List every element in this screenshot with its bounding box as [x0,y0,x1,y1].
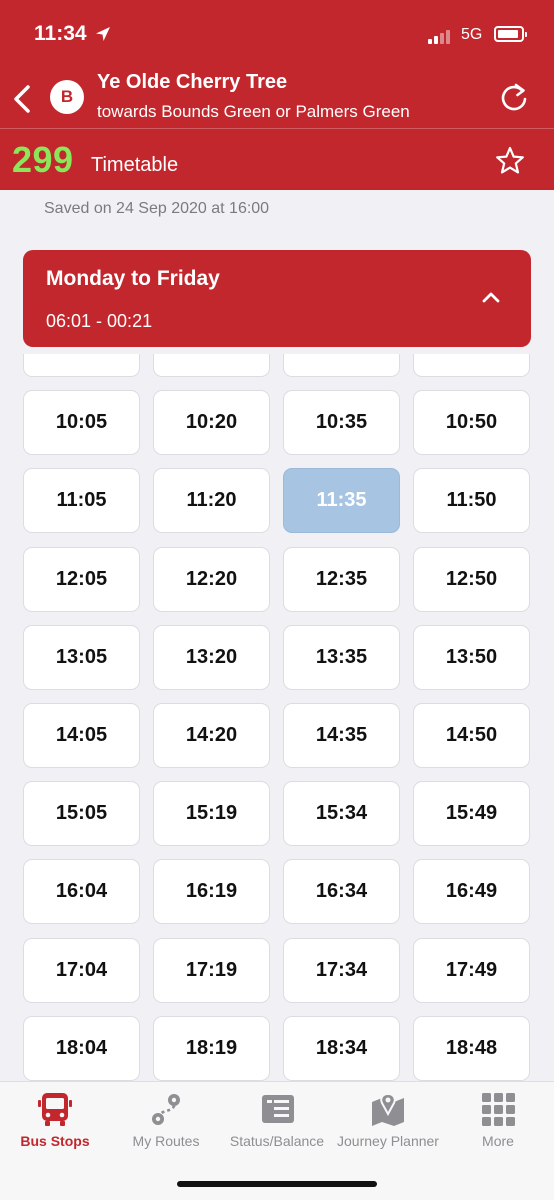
departure-time-cell[interactable]: 14:20 [153,703,270,768]
departure-time-cell[interactable] [413,354,530,377]
route-icon [152,1094,180,1125]
service-hours: 06:01 - 00:21 [46,311,153,331]
day-range-header[interactable]: Monday to Friday 06:01 - 00:21 [23,250,531,347]
stop-name: Ye Olde Cherry Tree [97,71,288,93]
battery-icon [494,26,527,42]
star-icon[interactable] [494,145,526,177]
tab-more[interactable]: More [443,1088,553,1158]
departure-time-cell[interactable]: 15:34 [283,781,400,846]
timetable-scroll[interactable]: 10:05 10:20 10:35 10:50 11:05 11:20 11:35 11:50… [0,354,554,1081]
departure-time-cell[interactable]: 18:48 [413,1016,530,1081]
departure-time-cell[interactable]: 12:35 [283,547,400,612]
location-arrow-icon [96,27,110,41]
departure-time-cell[interactable] [23,354,140,377]
route-number: 299 [12,139,74,180]
departure-time-cell[interactable]: 16:49 [413,859,530,924]
saved-timestamp: Saved on 24 Sep 2020 at 16:00 [44,200,270,217]
departure-time-cell[interactable]: 17:34 [283,938,400,1003]
departure-time-cell[interactable]: 13:05 [23,625,140,690]
departure-time-cell[interactable]: 13:35 [283,625,400,690]
grid-icon [482,1093,515,1126]
header-divider [0,128,554,129]
chevron-up-icon[interactable] [481,290,501,304]
departure-time-cell[interactable]: 18:34 [283,1016,400,1081]
departure-time-cell[interactable]: 15:05 [23,781,140,846]
departure-time-cell[interactable] [283,354,400,377]
departure-time-cell[interactable]: 11:50 [413,468,530,533]
carrier-label: 5G [461,26,483,43]
bus-icon [38,1093,72,1126]
departure-time-cell[interactable] [153,354,270,377]
departure-time-cell[interactable]: 18:19 [153,1016,270,1081]
stop-direction: towards Bounds Green or Palmers Green [97,102,410,121]
departure-time-cell[interactable]: 16:34 [283,859,400,924]
departure-time-cell[interactable]: 15:49 [413,781,530,846]
departure-time-cell[interactable]: 14:50 [413,703,530,768]
departure-time-cell[interactable]: 10:20 [153,390,270,455]
departure-time-cell[interactable]: 14:05 [23,703,140,768]
app-header: 11:34 5G B Ye Olde Cherry Tree towards B… [0,0,554,190]
tab-label: More [482,1133,514,1149]
tab-journey-planner[interactable]: Journey Planner [333,1088,443,1158]
departure-time-cell[interactable]: 13:50 [413,625,530,690]
departure-time-cell[interactable]: 16:04 [23,859,140,924]
departure-time-cell[interactable]: 15:19 [153,781,270,846]
home-indicator [177,1181,377,1187]
departure-time-cell[interactable]: 16:19 [153,859,270,924]
departure-time-cell[interactable]: 17:19 [153,938,270,1003]
departure-time-cell[interactable]: 13:20 [153,625,270,690]
departure-time-cell[interactable]: 14:35 [283,703,400,768]
departure-time-cell[interactable]: 11:05 [23,468,140,533]
status-time: 11:34 [34,22,87,45]
departure-time-cell[interactable]: 10:35 [283,390,400,455]
signal-icon [428,30,454,44]
tab-status-balance[interactable]: Status/Balance [222,1088,332,1158]
departure-time-cell[interactable]: 17:49 [413,938,530,1003]
back-button[interactable] [10,84,36,114]
departure-time-cell[interactable]: 18:04 [23,1016,140,1081]
departure-time-cell[interactable]: 17:04 [23,938,140,1003]
tab-bus-stops[interactable]: Bus Stops [0,1088,110,1158]
card-list-icon [262,1095,294,1123]
departure-time-cell[interactable]: 12:20 [153,547,270,612]
departure-time-cell[interactable]: 12:50 [413,547,530,612]
route-label: Timetable [91,154,179,176]
departure-time-cell[interactable]: 10:05 [23,390,140,455]
day-title: Monday to Friday [46,267,220,290]
departure-time-cell[interactable]: 10:50 [413,390,530,455]
departure-time-cell[interactable]: 12:05 [23,547,140,612]
map-pin-icon [372,1092,404,1126]
departure-time-cell[interactable]: 11:35 [283,468,400,533]
stop-letter-badge: B [50,80,84,114]
departure-time-cell[interactable]: 11:20 [153,468,270,533]
refresh-icon[interactable] [498,82,530,114]
status-bar: 11:34 5G [0,0,554,70]
tab-my-routes[interactable]: My Routes [111,1088,221,1158]
